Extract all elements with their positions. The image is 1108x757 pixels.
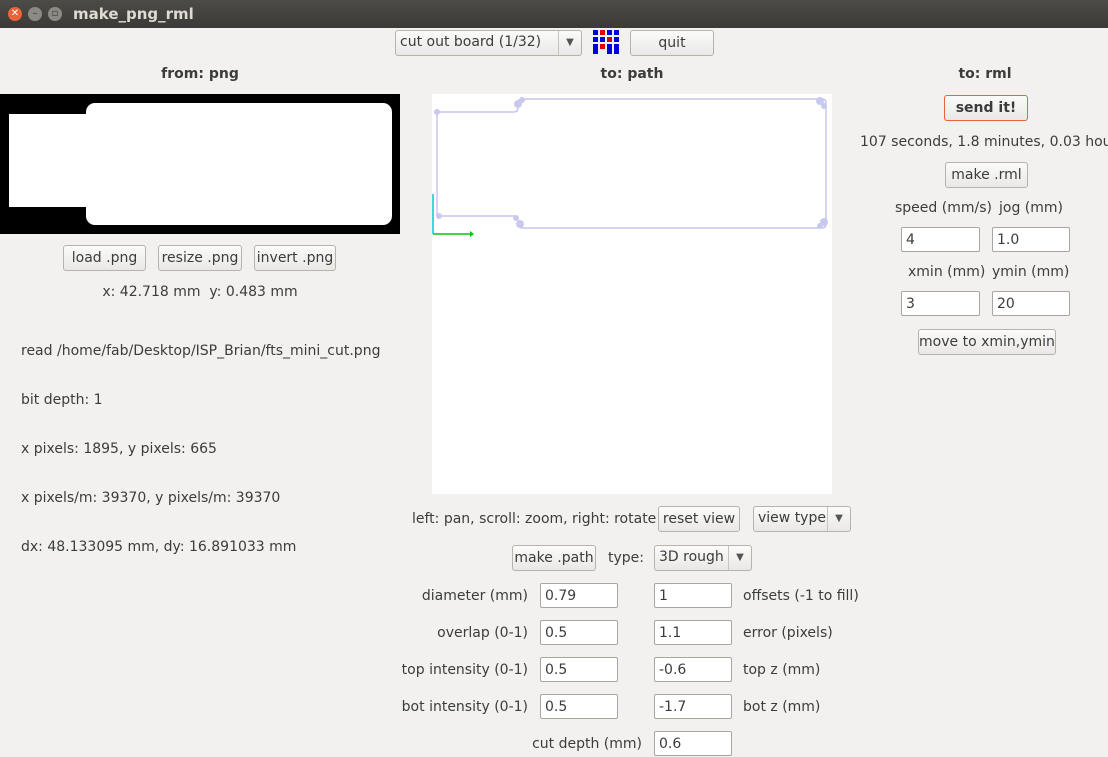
error-field[interactable] <box>654 620 732 645</box>
grid-logo-icon <box>593 30 619 54</box>
top-intensity-field[interactable] <box>540 657 618 682</box>
rml-panel-header: to: rml <box>958 66 1012 82</box>
close-icon[interactable]: ✕ <box>8 7 22 21</box>
png-info-line: read /home/fab/Desktop/ISP_Brian/fts_min… <box>21 343 381 359</box>
path-type-select[interactable]: 3D rough ▼ <box>654 545 752 571</box>
overlap-label: overlap (0-1) <box>437 625 528 641</box>
diameter-field[interactable] <box>540 583 618 608</box>
move-to-xmin-ymin-button[interactable]: move to xmin,ymin <box>918 329 1056 355</box>
time-estimate: 107 seconds, 1.8 minutes, 0.03 hours <box>860 134 1108 150</box>
load-png-button[interactable]: load .png <box>63 245 146 271</box>
top-intensity-label: top intensity (0-1) <box>401 662 528 678</box>
chevron-down-icon: ▼ <box>827 507 850 531</box>
jog-field[interactable] <box>992 227 1070 252</box>
png-info-line: x pixels: 1895, y pixels: 665 <box>21 441 217 457</box>
offsets-label: offsets (-1 to fill) <box>743 588 859 604</box>
maximize-icon[interactable]: ▫ <box>48 7 62 21</box>
png-preview <box>0 94 400 234</box>
error-label: error (pixels) <box>743 625 833 641</box>
x-axis-arrowhead <box>470 231 474 237</box>
reset-view-button[interactable]: reset view <box>658 506 740 532</box>
top-z-label: top z (mm) <box>743 662 821 678</box>
mode-select-value: cut out board (1/32) <box>400 34 542 50</box>
top-z-field[interactable] <box>654 657 732 682</box>
ymin-field[interactable] <box>992 291 1070 316</box>
bot-z-field[interactable] <box>654 694 732 719</box>
png-panel-header: from: png <box>161 66 239 82</box>
window-title: make_png_rml <box>73 5 194 23</box>
ymin-label: ymin (mm) <box>992 264 1070 280</box>
png-info-line: dx: 48.133095 mm, dy: 16.891033 mm <box>21 539 297 555</box>
png-info-line: x pixels/m: 39370, y pixels/m: 39370 <box>21 490 281 506</box>
path-viewer[interactable] <box>432 94 832 494</box>
minimize-icon[interactable]: – <box>28 7 42 21</box>
send-it-button[interactable]: send it! <box>944 95 1028 121</box>
diameter-label: diameter (mm) <box>421 588 528 604</box>
png-board-shape <box>86 103 392 225</box>
view-hint: left: pan, scroll: zoom, right: rotate <box>412 511 657 527</box>
title-bar: ✕ – ▫ make_png_rml <box>0 0 1108 28</box>
png-info-line: bit depth: 1 <box>21 392 103 408</box>
type-label: type: <box>608 550 644 566</box>
bot-intensity-label: bot intensity (0-1) <box>401 699 528 715</box>
toolpath-corner-marks <box>434 97 828 229</box>
view-type-value: view type <box>758 510 826 526</box>
path-canvas[interactable] <box>432 94 832 494</box>
speed-label: speed (mm/s) <box>895 200 992 216</box>
png-info: read /home/fab/Desktop/ISP_Brian/fts_min… <box>21 311 401 572</box>
bot-intensity-field[interactable] <box>540 694 618 719</box>
offsets-field[interactable] <box>654 583 732 608</box>
mode-select[interactable]: cut out board (1/32) ▼ <box>395 30 582 56</box>
cursor-coords: x: 42.718 mm y: 0.483 mm <box>102 284 298 300</box>
cut-depth-label: cut depth (mm) <box>532 736 642 752</box>
make-rml-button[interactable]: make .rml <box>945 162 1028 188</box>
make-path-button[interactable]: make .path <box>512 545 596 571</box>
view-type-select[interactable]: view type ▼ <box>753 506 851 532</box>
xmin-label: xmin (mm) <box>908 264 986 280</box>
overlap-field[interactable] <box>540 620 618 645</box>
bot-z-label: bot z (mm) <box>743 699 821 715</box>
quit-button[interactable]: quit <box>630 30 714 56</box>
speed-field[interactable] <box>901 227 980 252</box>
resize-png-button[interactable]: resize .png <box>158 245 242 271</box>
jog-label: jog (mm) <box>999 200 1063 216</box>
chevron-down-icon: ▼ <box>728 546 751 570</box>
cut-depth-field[interactable] <box>654 731 732 756</box>
xmin-field[interactable] <box>901 291 980 316</box>
invert-png-button[interactable]: invert .png <box>254 245 336 271</box>
chevron-down-icon: ▼ <box>558 31 581 55</box>
toolpath-outline <box>436 98 827 229</box>
path-type-value: 3D rough <box>659 549 724 565</box>
path-panel-header: to: path <box>600 66 664 82</box>
